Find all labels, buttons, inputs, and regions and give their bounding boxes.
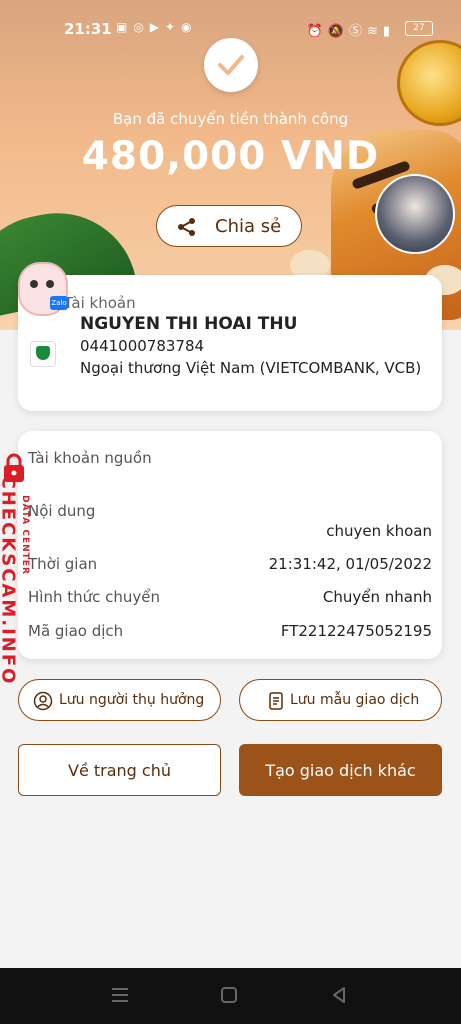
- home-nav-icon[interactable]: [220, 986, 238, 1004]
- method-label: Hình thức chuyển: [28, 588, 161, 606]
- share-button[interactable]: Chia sẻ: [156, 205, 302, 247]
- share-icon: [178, 218, 195, 236]
- time-value: 21:31:42, 01/05/2022: [268, 555, 432, 573]
- notification-icons: ▣◎▶✦◉: [116, 20, 198, 34]
- home-button[interactable]: Về trang chủ: [18, 744, 221, 796]
- zalo-badge-icon: Zalo: [50, 296, 68, 310]
- transaction-id-value: FT22122475052195: [280, 622, 432, 640]
- new-transaction-label: Tạo giao dịch khác: [265, 761, 416, 780]
- save-beneficiary-button[interactable]: Lưu người thụ hưởng: [18, 679, 221, 721]
- android-nav-bar: [0, 968, 461, 1024]
- share-label: Chia sẻ: [215, 216, 282, 237]
- watermark-subtext: DATA CENTER: [20, 495, 30, 575]
- watermark-text: CHECKSCAM.INFO: [0, 475, 19, 686]
- profile-photo-overlay: [375, 174, 455, 254]
- save-template-button[interactable]: Lưu mẫu giao dịch: [239, 679, 442, 721]
- content-value: chuyen khoan: [326, 522, 432, 540]
- success-check-icon: [204, 38, 258, 92]
- transfer-amount: 480,000 VND: [81, 134, 380, 179]
- account-number: 0441000783784: [80, 337, 205, 355]
- transaction-details-card: Tài khoản nguồn Nội dung chuyen khoan Th…: [18, 431, 442, 659]
- source-account-label: Tài khoản nguồn: [28, 449, 152, 467]
- save-beneficiary-label: Lưu người thụ hưởng: [59, 692, 205, 708]
- bank-name: Ngoại thương Việt Nam (VIETCOMBANK, VCB): [80, 359, 422, 377]
- save-template-label: Lưu mẫu giao dịch: [290, 692, 420, 708]
- new-transaction-button[interactable]: Tạo giao dịch khác: [239, 744, 442, 796]
- success-message: Bạn đã chuyển tiền thành công: [112, 110, 349, 128]
- battery-icon: 27: [405, 21, 433, 36]
- recipient-name: NGUYEN THI HOAI THU: [80, 314, 298, 334]
- home-button-label: Về trang chủ: [68, 761, 171, 780]
- account-label: Tài khoản: [64, 294, 136, 312]
- method-value: Chuyển nhanh: [322, 588, 432, 606]
- recipient-card: Tài khoản NGUYEN THI HOAI THU 0441000783…: [18, 275, 442, 411]
- user-icon: [33, 691, 53, 711]
- status-time: 21:31: [64, 20, 112, 38]
- recent-apps-icon[interactable]: [110, 986, 130, 1004]
- system-icons: ⏰🔕Ⓢ≋▮: [306, 24, 395, 39]
- transaction-id-label: Mã giao dịch: [28, 622, 124, 640]
- time-label: Thời gian: [28, 555, 98, 573]
- content-label: Nội dung: [28, 502, 96, 520]
- document-icon: [269, 692, 283, 710]
- back-nav-icon[interactable]: [330, 986, 348, 1004]
- vietcombank-logo-icon: [30, 341, 56, 367]
